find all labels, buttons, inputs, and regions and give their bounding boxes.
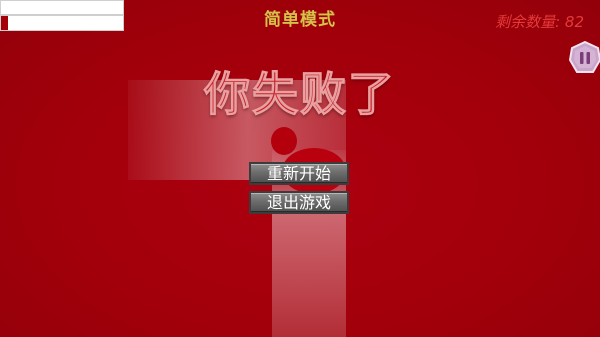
remaining-count: 剩余数量: 82 [495, 13, 584, 31]
player-ball [271, 127, 297, 155]
restart-button[interactable]: 重新开始 [249, 162, 349, 185]
exit-button[interactable]: 退出游戏 [249, 191, 349, 214]
result-title: 你失败了 [204, 67, 396, 122]
